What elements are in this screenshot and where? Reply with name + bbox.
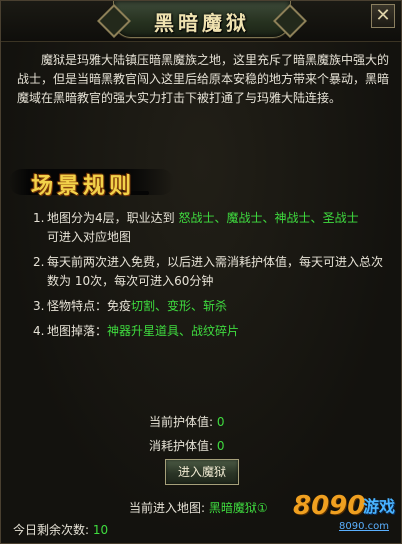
title-plate: 黑暗魔狱	[113, 1, 291, 38]
section-header: 场景规则	[9, 165, 179, 199]
rule-number: 4.	[33, 324, 45, 338]
window-title: 黑暗魔狱	[154, 11, 250, 35]
rule-highlight: 切割、变形、斩杀	[131, 299, 228, 313]
current-protect-value: 0	[216, 415, 225, 429]
rule-number: 1.	[33, 211, 45, 225]
enter-dungeon-button[interactable]: 进入魔狱	[165, 459, 239, 485]
cost-protect-label: 消耗护体值:	[149, 439, 214, 453]
rule-item: 4. 地图掉落：神器升星道具、战纹碎片	[33, 322, 393, 341]
close-button[interactable]: ✕	[371, 4, 395, 28]
separator: 、	[214, 211, 227, 225]
class-name: 魔战士	[226, 211, 263, 225]
cost-protect-row: 消耗护体值: 0	[149, 437, 225, 454]
rule-text: 怪物特点：免疫	[47, 299, 132, 313]
rule-text: 地图分为4层，职业达到	[47, 211, 175, 225]
rule-text: 可进入对应地图	[47, 230, 132, 244]
class-name: 怒战士	[178, 211, 215, 225]
watermark-site: 游戏	[363, 497, 396, 516]
rule-number: 2.	[33, 255, 45, 269]
remaining-count-row: 今日剩余次数: 10	[13, 521, 108, 538]
rule-text: 每天前两次进入免费，以后进入需消耗护体值，每天可进入总次数为 10次，每次可进入…	[47, 255, 384, 288]
current-protect-label: 当前护体值:	[149, 415, 214, 429]
current-map-value: 黑暗魔狱①	[208, 501, 268, 515]
rule-highlight: 神器升星道具、战纹碎片	[107, 324, 240, 338]
rule-item: 2. 每天前两次进入免费，以后进入需消耗护体值，每天可进入总次数为 10次，每次…	[33, 253, 393, 291]
rule-number: 3.	[33, 299, 45, 313]
separator: 、	[310, 211, 323, 225]
rule-item: 1. 地图分为4层，职业达到 怒战士、魔战士、神战士、圣战士 可进入对应地图	[33, 209, 393, 247]
cost-protect-value: 0	[216, 439, 225, 453]
watermark-url: 8090.com	[339, 521, 389, 532]
remaining-count-label: 今日剩余次数:	[13, 523, 90, 537]
rule-text: 地图掉落：	[47, 324, 108, 338]
class-name: 神战士	[274, 211, 311, 225]
current-map-label: 当前进入地图:	[129, 501, 206, 515]
title-bar: 黑暗魔狱 ✕	[1, 1, 401, 42]
current-map-row: 当前进入地图: 黑暗魔狱①	[129, 499, 268, 516]
rules-list: 1. 地图分为4层，职业达到 怒战士、魔战士、神战士、圣战士 可进入对应地图 2…	[33, 209, 393, 347]
current-protect-row: 当前护体值: 0	[149, 413, 225, 430]
remaining-count-value: 10	[92, 523, 109, 537]
site-watermark: 8090 游戏 8090.com	[293, 489, 399, 541]
watermark-digits: 8090	[293, 491, 366, 521]
section-title: 场景规则	[31, 173, 136, 199]
intro-text: 魔狱是玛雅大陆镇压暗黑魔族之地，这里充斥了暗黑魔族中强大的战士，但是当暗黑教官闯…	[17, 53, 390, 105]
separator: 、	[262, 211, 275, 225]
class-name: 圣战士	[322, 211, 359, 225]
rule-item: 3. 怪物特点：免疫切割、变形、斩杀	[33, 297, 393, 316]
dungeon-window: 黑暗魔狱 ✕ 魔狱是玛雅大陆镇压暗黑魔族之地，这里充斥了暗黑魔族中强大的战士，但…	[0, 0, 402, 544]
close-icon: ✕	[375, 5, 391, 26]
